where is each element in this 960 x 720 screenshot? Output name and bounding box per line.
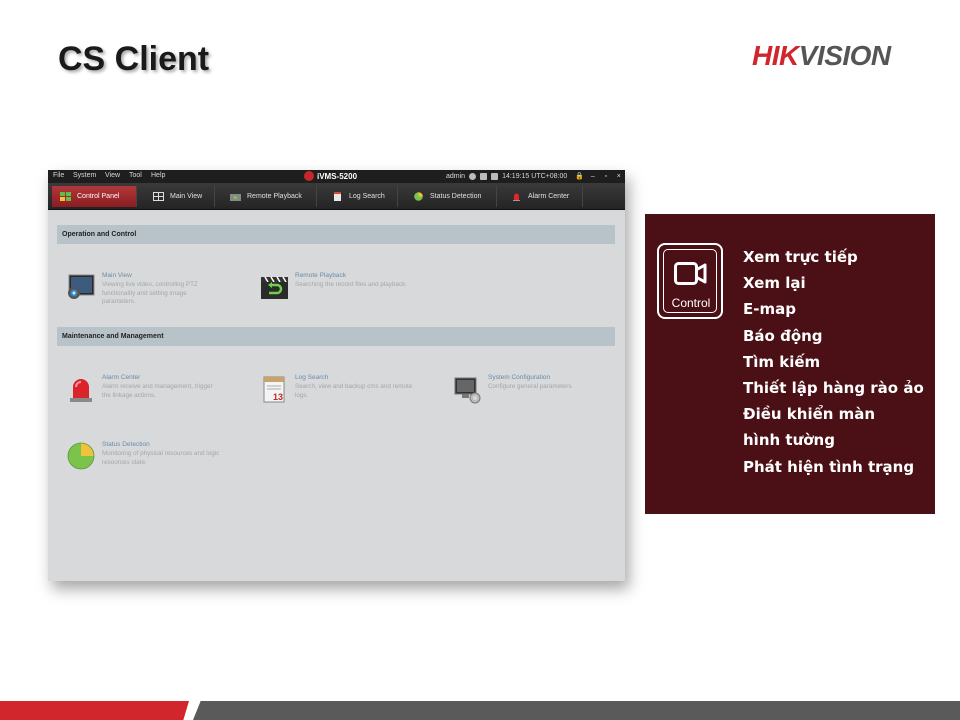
footer-bar-red (0, 701, 189, 720)
current-user: admin (446, 172, 466, 180)
menu-system[interactable]: System (73, 172, 96, 179)
module-title: System Configuration (488, 374, 551, 381)
feature-item: E-map (743, 300, 796, 319)
module-description: Alarm receive and management, trigger th… (102, 383, 213, 399)
status-area: admin 14:19:15 UTC+08:00 🔒 – ▫ × (446, 172, 623, 180)
tab-remote-playback[interactable]: Remote Playback (222, 186, 317, 207)
feature-list: Xem trực tiếp Xem lại E-map Báo động Tìm… (743, 244, 924, 480)
clapperboard-icon (261, 276, 288, 299)
slide-title: CS Client (58, 40, 210, 78)
menu-view[interactable]: View (105, 172, 120, 179)
hikvision-logo: HIKVISION (752, 40, 891, 71)
module-description: Search, view and backup cms and remote l… (295, 383, 413, 399)
feature-item: Điều khiển màn (743, 405, 876, 424)
clock-time: 14:19:15 UTC+08:00 (502, 172, 568, 180)
feature-item: hình tường (743, 431, 835, 450)
module-description: Searching the record files and playback. (295, 281, 408, 288)
siren-icon (70, 379, 92, 402)
feature-item: Phát hiện tình trạng (743, 457, 915, 476)
minimize-button[interactable]: – (588, 173, 597, 180)
module-remote-playback[interactable]: Remote Playback Searching the record fil… (259, 272, 415, 302)
app-window: File System View Tool Help iVMS-5200 adm… (48, 170, 625, 581)
section-header-operation: Operation and Control (57, 225, 615, 244)
control-panel-icon (60, 192, 71, 201)
people-icon[interactable] (491, 172, 499, 180)
app-name: iVMS-5200 (304, 171, 357, 181)
module-title: Main View (102, 272, 132, 279)
control-panel-content: Operation and Control Main View Viewing … (48, 211, 625, 581)
control-label: Control (671, 296, 711, 310)
main-view-icon (153, 192, 164, 201)
tab-bar: Control Panel Main View Remote Playback … (48, 183, 625, 210)
tab-status-detection[interactable]: Status Detection (405, 186, 497, 207)
tab-main-view[interactable]: Main View (145, 186, 215, 207)
module-title: Alarm Center (102, 374, 141, 381)
feature-item: Xem lại (743, 274, 806, 293)
menu-help[interactable]: Help (151, 172, 165, 179)
module-title: Remote Playback (295, 272, 346, 279)
feature-item: Tìm kiếm (743, 352, 821, 371)
feature-item: Báo động (743, 326, 823, 345)
svg-text:13: 13 (273, 392, 283, 402)
module-alarm-center[interactable]: Alarm Center Alarm receive and managemen… (66, 374, 222, 404)
tab-alarm-center[interactable]: Alarm Center (503, 186, 583, 207)
close-button[interactable]: × (614, 173, 623, 180)
remote-playback-icon (230, 194, 241, 201)
module-title: Status Detection (102, 441, 150, 448)
section-header-maintenance: Maintenance and Management (57, 327, 615, 346)
log-search-icon (334, 192, 341, 201)
maximize-button[interactable]: ▫ (601, 173, 610, 180)
menu-bar: File System View Tool Help iVMS-5200 adm… (48, 170, 625, 183)
menu-tool[interactable]: Tool (129, 172, 142, 179)
feature-panel: Control Xem trực tiếp Xem lại E-map Báo … (645, 214, 935, 514)
pie-chart-icon (67, 442, 95, 470)
footer-bar-gray (193, 701, 960, 720)
feature-item: Xem trực tiếp (743, 248, 858, 266)
status-detection-icon (414, 192, 423, 201)
alarm-center-icon (513, 193, 520, 201)
module-main-view[interactable]: Main View Viewing live video, controllin… (66, 272, 222, 307)
module-status-detection[interactable]: Status Detection Monitoring of physical … (66, 441, 222, 471)
feature-item: Thiết lập hàng rào ảo (743, 379, 924, 398)
tab-log-search[interactable]: Log Search (324, 186, 398, 207)
menu-file[interactable]: File (53, 172, 64, 179)
module-description: Configure general parameters (488, 383, 572, 390)
globe-icon[interactable] (469, 172, 477, 180)
control-icon-box: Control (657, 243, 723, 319)
calendar-icon: 13 (263, 376, 285, 403)
module-title: Log Search (295, 374, 329, 381)
module-system-configuration[interactable]: System Configuration Configure general p… (452, 374, 608, 404)
tab-control-panel[interactable]: Control Panel (52, 186, 137, 207)
lock-button[interactable]: 🔒 (575, 172, 584, 180)
camera-outline-icon (674, 262, 707, 285)
camera-icon (68, 274, 95, 299)
monitor-gear-icon (454, 377, 481, 404)
module-log-search[interactable]: 13 Log Search Search, view and backup cm… (259, 374, 415, 404)
keyboard-icon[interactable] (480, 172, 488, 180)
ivms-logo-icon (304, 171, 314, 181)
module-description: Monitoring of physical resources and log… (102, 450, 220, 466)
module-description: Viewing live video, controlling PTZ func… (102, 281, 198, 305)
